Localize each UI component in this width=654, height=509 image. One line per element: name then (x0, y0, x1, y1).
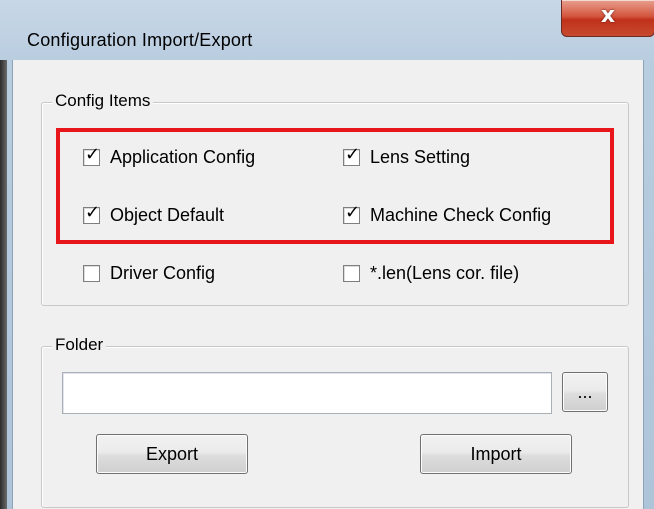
import-button[interactable]: Import (420, 434, 572, 474)
import-button-label: Import (470, 443, 522, 464)
export-button-label: Export (145, 443, 199, 464)
checkbox-label: *.len(Lens cor. file) (370, 263, 520, 283)
checkbox-driver-config[interactable]: Driver Config (83, 263, 215, 284)
checkbox-label: Driver Config (110, 263, 216, 283)
title-bar[interactable]: Configuration Import/Export x (7, 0, 654, 60)
folder-group-label: Folder (52, 335, 107, 355)
lens-cor-file-checkbox-box[interactable] (343, 265, 360, 282)
driver-config-checkbox-box[interactable] (83, 265, 100, 282)
browse-button-label: ... (577, 381, 593, 402)
close-icon: x (600, 3, 616, 28)
window-frame-edge (0, 60, 7, 509)
close-button[interactable]: x (561, 0, 654, 37)
folder-path-input[interactable] (62, 372, 552, 414)
dialog-window: Configuration Import/Export x Config Ite… (0, 0, 654, 509)
config-items-group-label: Config Items (52, 91, 154, 111)
highlight-annotation-box (56, 128, 614, 244)
browse-folder-button[interactable]: ... (562, 372, 608, 412)
checkbox-lens-cor-file[interactable]: *.len(Lens cor. file) (343, 263, 519, 284)
export-button[interactable]: Export (96, 434, 248, 474)
folder-group: Folder (41, 335, 629, 508)
window-title: Configuration Import/Export (27, 30, 253, 50)
